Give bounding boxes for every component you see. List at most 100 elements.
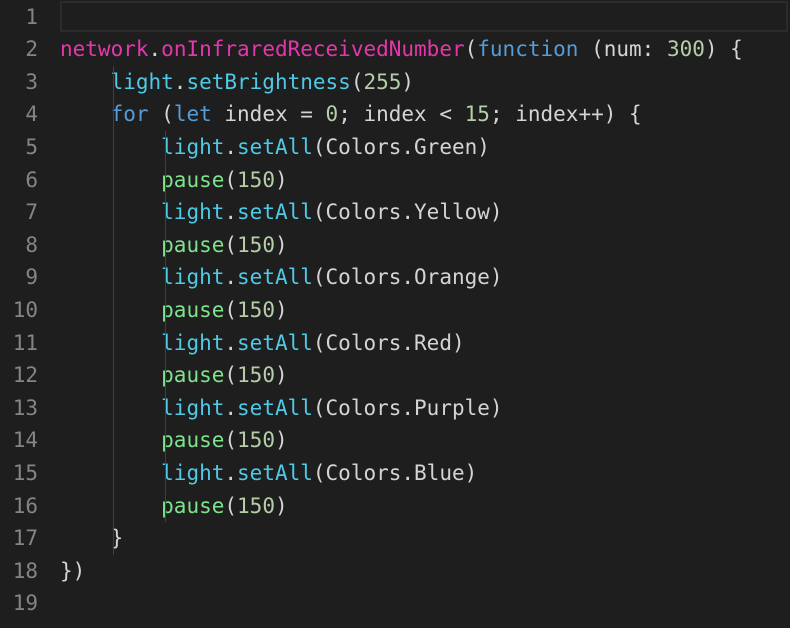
- code-token: setAll: [237, 330, 313, 355]
- code-token: ): [274, 232, 288, 257]
- code-token: 150: [237, 297, 275, 322]
- line-number: 12: [12, 363, 38, 388]
- code-token: (: [148, 102, 174, 127]
- code-token: 150: [237, 428, 275, 453]
- code-token: .: [224, 395, 238, 420]
- current-line-highlight: [60, 0, 788, 32]
- code-token: ): [274, 363, 288, 388]
- code-line[interactable]: 9 light.setAll(Colors.Orange): [0, 261, 790, 294]
- line-number: 3: [25, 69, 38, 94]
- code-token: ): [274, 428, 288, 453]
- code-token: (: [224, 428, 238, 453]
- code-token: for: [110, 102, 149, 127]
- code-token: index =: [211, 102, 326, 127]
- code-token: (: [464, 37, 478, 62]
- line-number: 17: [12, 526, 38, 551]
- code-token: light: [161, 200, 225, 225]
- code-token: (: [224, 167, 238, 192]
- code-line[interactable]: 14 pause(150): [0, 424, 790, 457]
- code-token: .: [173, 69, 187, 94]
- code-token: pause: [161, 363, 225, 388]
- code-token: 150: [237, 232, 275, 257]
- code-text: for (let index = 0; index < 15; index++)…: [60, 98, 642, 131]
- code-token: .: [224, 265, 238, 290]
- code-token: 300: [666, 37, 705, 62]
- code-token: light: [161, 395, 225, 420]
- code-token: setBrightness: [186, 69, 351, 94]
- code-token: setAll: [237, 134, 313, 159]
- code-line[interactable]: 18}): [0, 555, 790, 588]
- code-line[interactable]: 12 pause(150): [0, 359, 790, 392]
- line-number: 5: [25, 134, 38, 159]
- code-token: (Colors.Green): [312, 134, 490, 159]
- code-line[interactable]: 2 network.onInfraredReceivedNumber(functi…: [0, 33, 790, 66]
- code-token: .: [224, 330, 238, 355]
- line-number: 8: [25, 232, 38, 257]
- indent-guide: [165, 130, 166, 523]
- line-number: 19: [12, 591, 38, 616]
- code-text: light.setAll(Colors.Purple): [60, 392, 502, 425]
- code-line[interactable]: 5 light.setAll(Colors.Green): [0, 131, 790, 164]
- code-line[interactable]: 6 pause(150): [0, 164, 790, 197]
- code-text: light.setAll(Colors.Red): [60, 327, 465, 360]
- code-text: pause(150): [60, 229, 288, 262]
- code-token: light: [161, 330, 225, 355]
- code-token: ) {: [704, 37, 743, 62]
- code-line[interactable]: 16 pause(150): [0, 490, 790, 523]
- code-line[interactable]: 19: [0, 587, 790, 620]
- code-token: .: [224, 134, 238, 159]
- code-text: pause(150): [60, 490, 287, 523]
- code-token: pause: [161, 167, 225, 192]
- code-line[interactable]: 4 for (let index = 0; index < 15; index+…: [0, 98, 790, 131]
- code-line[interactable]: 10 pause(150): [0, 294, 790, 327]
- code-text: light.setAll(Colors.Yellow): [60, 196, 502, 229]
- indent-guide: [113, 65, 114, 555]
- code-line[interactable]: 7 light.setAll(Colors.Yellow): [0, 196, 790, 229]
- code-line[interactable]: 8 pause(150): [0, 229, 790, 262]
- code-token: light: [110, 69, 174, 94]
- code-token: 150: [237, 493, 275, 518]
- code-token: pause: [161, 493, 225, 518]
- code-token: 15: [464, 102, 490, 127]
- code-token: .: [224, 460, 238, 485]
- code-token: setAll: [237, 200, 313, 225]
- code-text: }): [60, 555, 85, 588]
- code-token: ; index <: [338, 102, 465, 127]
- code-editor[interactable]: 1 2 network.onInfraredReceivedNumber(funct…: [0, 0, 790, 628]
- code-token: (: [224, 363, 238, 388]
- code-token: ): [274, 167, 288, 192]
- code-line[interactable]: 11 light.setAll(Colors.Red): [0, 327, 790, 360]
- code-line[interactable]: 17 }: [0, 522, 790, 555]
- code-token: (Colors.Red): [312, 330, 465, 355]
- line-number: 4: [25, 102, 38, 127]
- code-line[interactable]: 3 light.setBrightness(255): [0, 66, 790, 99]
- code-token: 150: [237, 167, 275, 192]
- code-text: light.setAll(Colors.Blue): [60, 457, 477, 490]
- code-text: pause(150): [60, 424, 288, 457]
- code-token: onInfraredReceivedNumber: [161, 37, 465, 62]
- code-line[interactable]: 15 light.setAll(Colors.Blue): [0, 457, 790, 490]
- code-token: (Colors.Blue): [312, 460, 478, 485]
- code-token: (num:: [578, 37, 667, 62]
- code-line[interactable]: 13 light.setAll(Colors.Purple): [0, 392, 790, 425]
- line-number: 6: [25, 167, 38, 192]
- code-text: light.setAll(Colors.Green): [60, 131, 490, 164]
- code-token: }): [60, 558, 86, 583]
- code-token: ): [401, 69, 415, 94]
- code-token: setAll: [237, 460, 313, 485]
- code-line[interactable]: 1: [0, 0, 790, 34]
- code-token: light: [161, 265, 225, 290]
- line-number: 2: [25, 37, 38, 62]
